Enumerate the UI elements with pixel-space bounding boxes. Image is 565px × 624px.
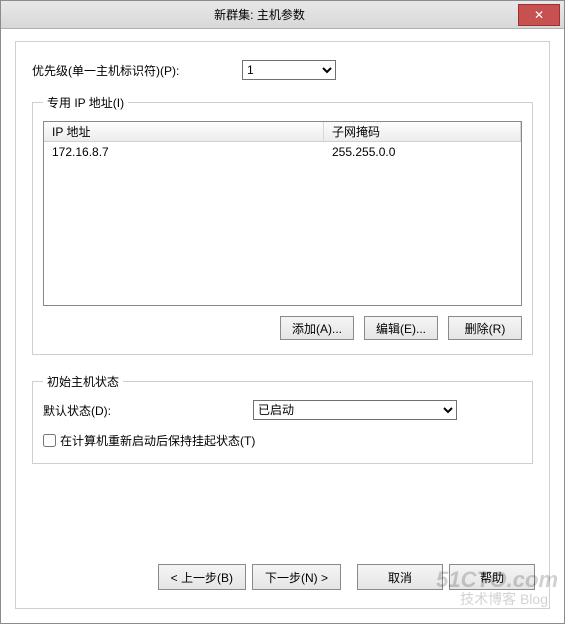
- column-header-mask[interactable]: 子网掩码: [324, 122, 521, 141]
- titlebar: 新群集: 主机参数 ✕: [1, 1, 564, 29]
- back-button[interactable]: < 上一步(B): [158, 564, 246, 590]
- keep-suspended-checkbox[interactable]: [43, 434, 56, 447]
- priority-select[interactable]: 1: [242, 60, 336, 80]
- window-title: 新群集: 主机参数: [1, 6, 518, 23]
- priority-row: 优先级(单一主机标识符)(P): 1: [32, 60, 533, 80]
- default-state-row: 默认状态(D): 已启动: [43, 400, 522, 420]
- cell-mask: 255.255.0.0: [324, 142, 521, 162]
- wizard-buttons: < 上一步(B) 下一步(N) > 取消 帮助: [30, 564, 535, 590]
- ip-listview[interactable]: IP 地址 子网掩码 172.16.8.7 255.255.0.0: [43, 121, 522, 306]
- column-header-ip[interactable]: IP 地址: [44, 122, 324, 141]
- remove-button[interactable]: 删除(R): [448, 316, 522, 340]
- cell-ip: 172.16.8.7: [44, 142, 324, 162]
- cancel-button[interactable]: 取消: [357, 564, 443, 590]
- content-panel: 优先级(单一主机标识符)(P): 1 专用 IP 地址(I) IP 地址 子网掩…: [15, 41, 550, 609]
- add-button[interactable]: 添加(A)...: [280, 316, 354, 340]
- keep-suspended-label: 在计算机重新启动后保持挂起状态(T): [60, 432, 255, 449]
- initial-state-group: 初始主机状态 默认状态(D): 已启动 在计算机重新启动后保持挂起状态(T): [32, 373, 533, 464]
- dialog-window: 新群集: 主机参数 ✕ 优先级(单一主机标识符)(P): 1 专用 IP 地址(…: [0, 0, 565, 624]
- close-icon: ✕: [534, 8, 544, 22]
- next-button[interactable]: 下一步(N) >: [252, 564, 341, 590]
- help-button[interactable]: 帮助: [449, 564, 535, 590]
- table-row[interactable]: 172.16.8.7 255.255.0.0: [44, 142, 521, 162]
- edit-button[interactable]: 编辑(E)...: [364, 316, 438, 340]
- default-state-label: 默认状态(D):: [43, 402, 253, 419]
- ip-group: 专用 IP 地址(I) IP 地址 子网掩码 172.16.8.7 255.25…: [32, 94, 533, 355]
- priority-label: 优先级(单一主机标识符)(P):: [32, 62, 242, 79]
- ip-list-header: IP 地址 子网掩码: [44, 122, 521, 142]
- keep-suspended-row: 在计算机重新启动后保持挂起状态(T): [43, 432, 522, 449]
- default-state-select[interactable]: 已启动: [253, 400, 457, 420]
- initial-state-legend: 初始主机状态: [43, 373, 123, 390]
- close-button[interactable]: ✕: [518, 4, 560, 26]
- ip-group-legend: 专用 IP 地址(I): [43, 94, 128, 111]
- ip-buttons-row: 添加(A)... 编辑(E)... 删除(R): [43, 316, 522, 340]
